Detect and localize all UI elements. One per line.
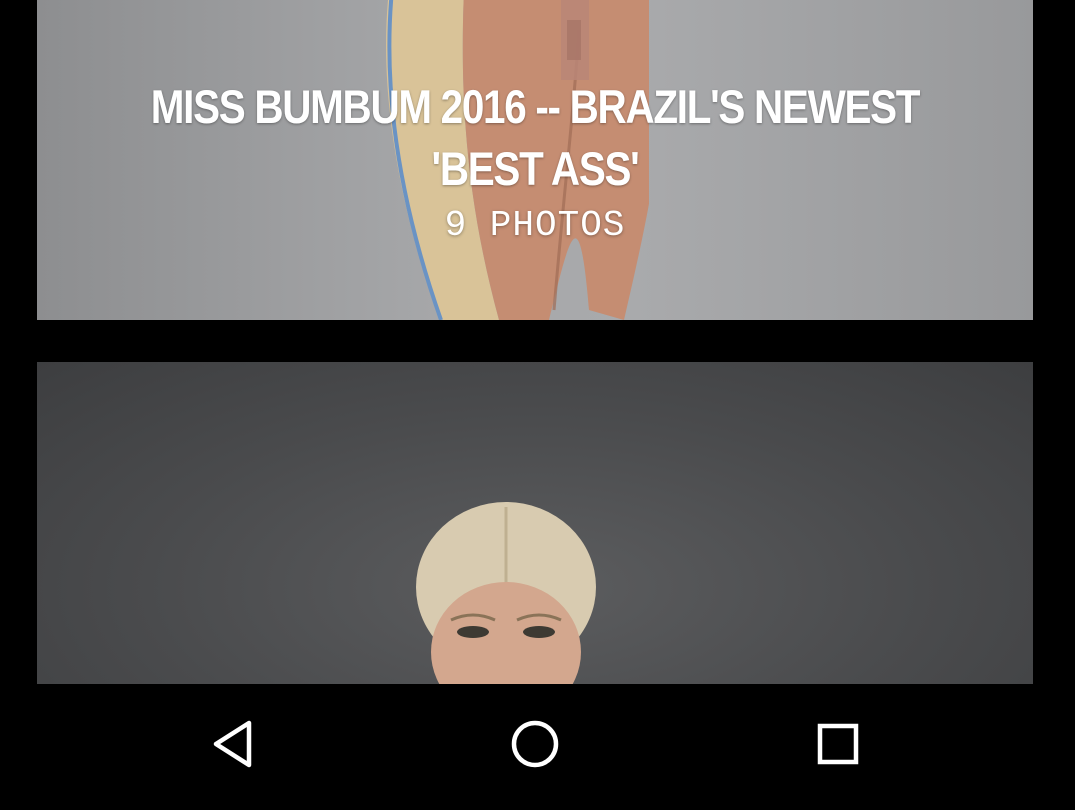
card-overlay: MISS BUMBUM 2016 -- BRAZIL'S NEWEST 'BES…: [37, 76, 1033, 246]
gallery-photo: [416, 502, 596, 684]
navigation-bar: [0, 684, 1075, 810]
back-button[interactable]: [203, 714, 263, 774]
gallery-card[interactable]: MISS BUMBUM 2016 -- BRAZIL'S NEWEST 'BES…: [37, 0, 1033, 320]
recents-button[interactable]: [808, 714, 868, 774]
circle-home-icon: [511, 720, 559, 768]
home-button[interactable]: [505, 714, 565, 774]
photo-count: 9 PHOTOS: [444, 205, 626, 246]
square-recents-icon: [817, 723, 859, 765]
triangle-back-icon: [213, 720, 252, 768]
gallery-card[interactable]: [37, 362, 1033, 684]
gallery-title: MISS BUMBUM 2016 -- BRAZIL'S NEWEST 'BES…: [150, 80, 921, 195]
screen: MISS BUMBUM 2016 -- BRAZIL'S NEWEST 'BES…: [0, 0, 1075, 810]
